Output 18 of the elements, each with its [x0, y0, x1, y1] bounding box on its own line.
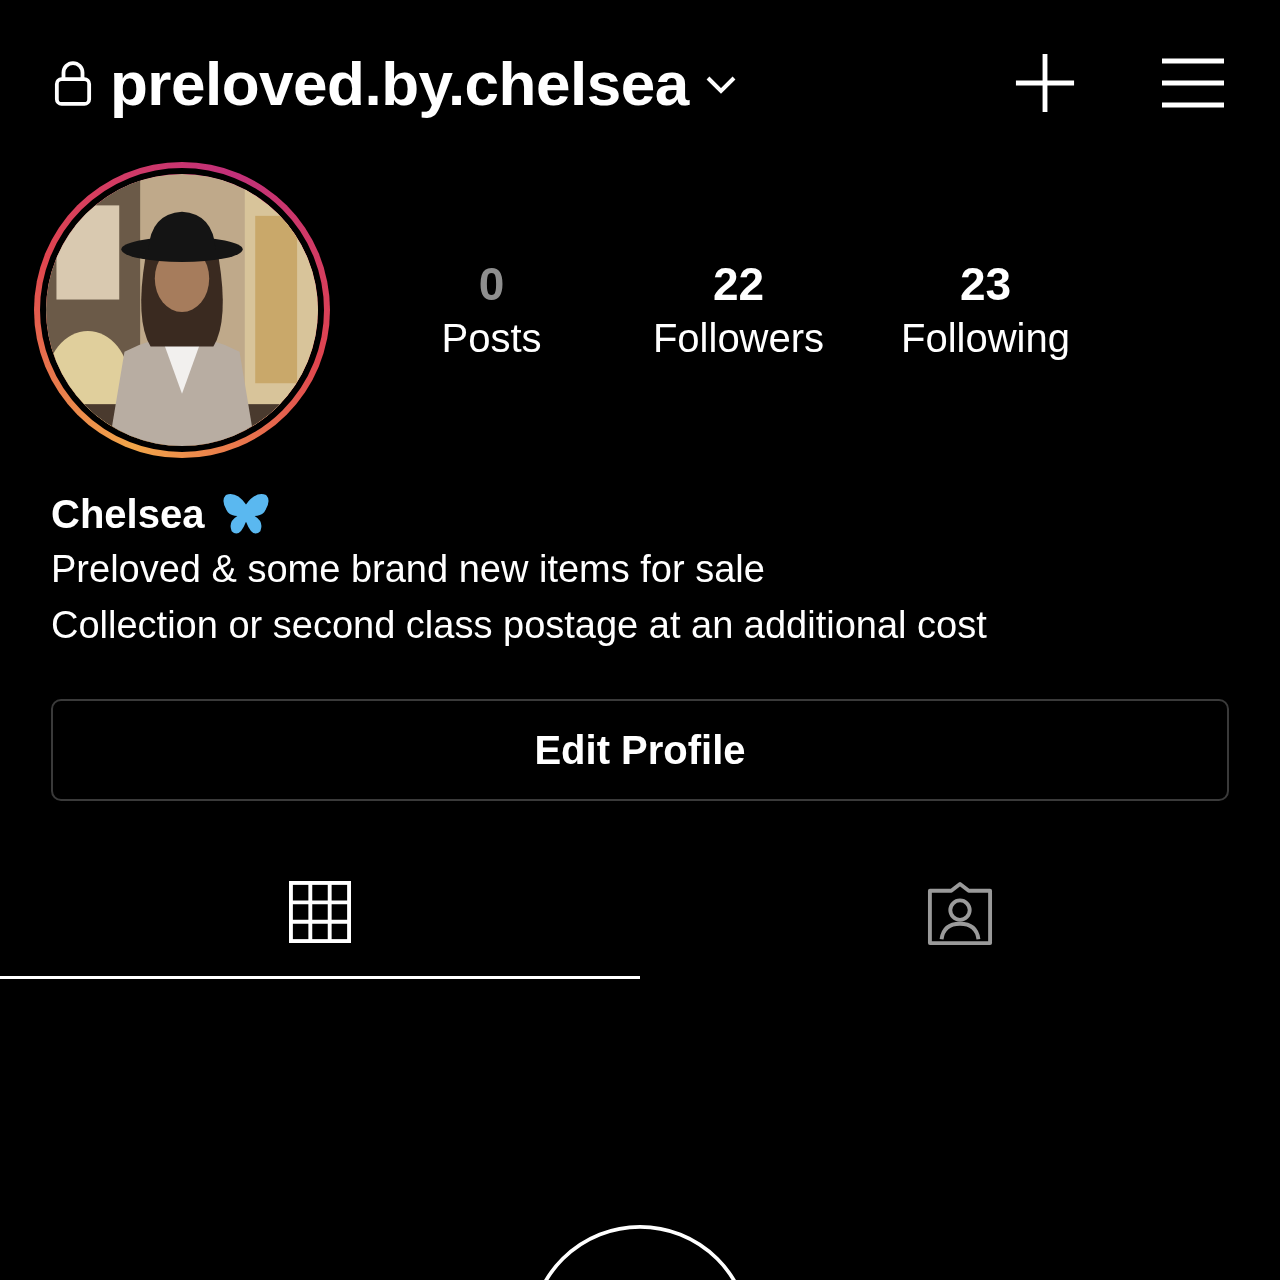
chevron-down-icon [704, 75, 737, 95]
bio-text: Collection or second class postage at an additional cost [51, 603, 988, 648]
edit-profile-button[interactable]: Edit Profile [51, 699, 1229, 801]
stat-count: 22 [712, 257, 765, 312]
butterfly-icon [222, 492, 271, 537]
stat-label[interactable]: Following [901, 312, 1070, 364]
menu-icon[interactable] [1162, 58, 1224, 108]
display-name: Chelsea [51, 492, 205, 537]
stat-label[interactable]: Followers [652, 312, 825, 364]
username-dropdown[interactable]: preloved.by.chelsea [110, 47, 737, 119]
tagged-person-icon [926, 881, 994, 947]
stat-count: 0 [478, 257, 505, 312]
stat-label[interactable]: Posts [441, 312, 542, 364]
lock-icon [54, 60, 92, 106]
stat-count: 23 [959, 257, 1012, 312]
grid-icon [289, 881, 351, 943]
plus-icon[interactable] [1014, 52, 1076, 114]
bio-text: Preloved & some brand new items for sale [51, 547, 766, 592]
